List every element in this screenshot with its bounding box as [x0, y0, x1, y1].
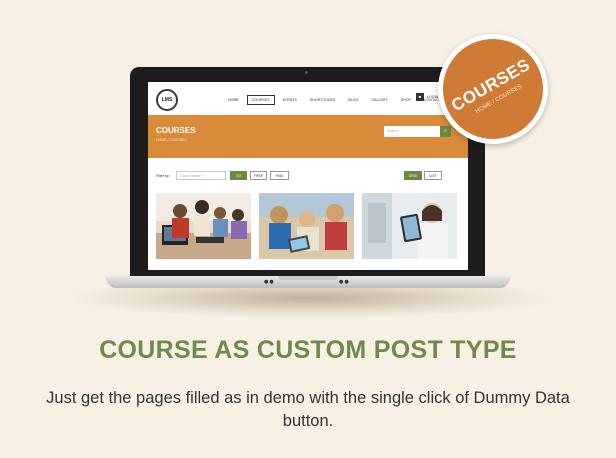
- grid-view-button[interactable]: GRID: [404, 171, 422, 180]
- page-banner: COURSES HOME / COURSES Search... ⌕: [148, 115, 468, 158]
- base-notch: [278, 276, 338, 280]
- free-button[interactable]: FREE: [250, 171, 267, 180]
- course-filters: Filter by: Course Name GO FREE PAID GRID…: [148, 158, 468, 193]
- list-view-button[interactable]: LIST: [424, 171, 442, 180]
- nav-item-blog[interactable]: BLOG: [343, 95, 363, 105]
- course-card-image-1[interactable]: [156, 193, 251, 259]
- search-input[interactable]: Search...: [384, 126, 440, 137]
- nav-item-home[interactable]: HOME: [223, 95, 244, 105]
- course-card-image-2[interactable]: [259, 193, 354, 259]
- filter-label: Filter by:: [156, 174, 170, 178]
- base-port-left: ●●: [264, 279, 275, 285]
- feature-description: Just get the pages filled as in demo wit…: [46, 389, 570, 430]
- course-name-input[interactable]: Course Name: [176, 171, 226, 180]
- page-title: COURSES: [156, 126, 196, 135]
- cart-icon[interactable]: ■: [416, 93, 424, 101]
- site-header: LMS HOME COURSES EVENTS SHORTCODES BLOG …: [148, 82, 468, 115]
- breadcrumb: HOME / COURSES: [156, 138, 187, 142]
- badge-circle: COURSES HOME / COURSES: [443, 39, 543, 139]
- base-port-right: ●●: [339, 279, 350, 285]
- course-card-image-3[interactable]: [362, 193, 457, 259]
- paid-button[interactable]: PAID: [270, 171, 289, 180]
- nav-item-shortcodes[interactable]: SHORTCODES: [305, 95, 340, 105]
- feature-headline: COURSE AS CUSTOM POST TYPE: [99, 336, 517, 364]
- nav-item-login[interactable]: LOGIN: [427, 95, 438, 99]
- search-icon: ⌕: [444, 128, 447, 134]
- laptop-mockup: LMS HOME COURSES EVENTS SHORTCODES BLOG …: [130, 67, 485, 276]
- laptop-base: ●● ●●: [106, 276, 510, 288]
- go-button[interactable]: GO: [230, 171, 247, 180]
- search-button[interactable]: ⌕: [440, 126, 451, 137]
- nav-item-gallery[interactable]: GALLERY: [366, 95, 393, 105]
- nav-item-shop[interactable]: SHOP: [396, 95, 416, 105]
- courses-badge: COURSES HOME / COURSES: [438, 34, 548, 144]
- nav-item-courses[interactable]: COURSES: [246, 95, 275, 105]
- nav-item-events[interactable]: EVENTS: [278, 95, 302, 105]
- laptop-screen: LMS HOME COURSES EVENTS SHORTCODES BLOG …: [148, 82, 468, 270]
- site-logo[interactable]: LMS: [156, 89, 178, 111]
- course-grid: [156, 193, 460, 270]
- camera-dot: [305, 71, 308, 74]
